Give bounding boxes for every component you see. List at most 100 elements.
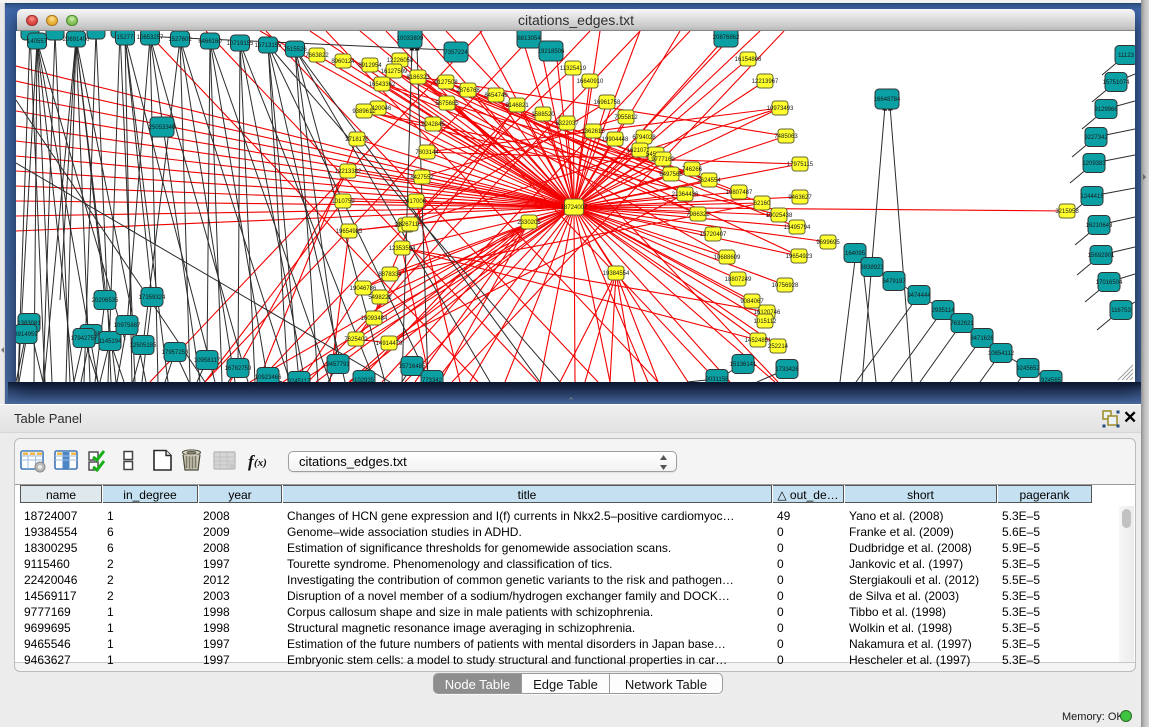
svg-text:2718176: 2718176	[345, 137, 369, 143]
svg-text:11123: 11123	[1118, 53, 1134, 59]
svg-text:18807249: 18807249	[725, 277, 752, 283]
svg-text:9474444: 9474444	[907, 293, 931, 299]
svg-text:6497568: 6497568	[659, 172, 683, 178]
svg-text:16543362: 16543362	[369, 82, 396, 88]
svg-text:16782759: 16782759	[225, 366, 252, 372]
svg-text:16961758: 16961758	[594, 100, 621, 106]
svg-text:7515526: 7515526	[283, 47, 307, 53]
svg-text:252214: 252214	[768, 344, 789, 350]
svg-text:8427552: 8427552	[410, 175, 434, 181]
svg-text:10719155: 10719155	[227, 41, 254, 47]
svg-text:1015112: 1015112	[754, 319, 778, 325]
svg-text:9457791: 9457791	[326, 362, 350, 368]
svg-text:10025438: 10025438	[766, 213, 793, 219]
svg-text:417006: 417006	[406, 199, 427, 205]
svg-text:19904448: 19904448	[602, 137, 629, 143]
svg-text:7632621: 7632621	[950, 321, 974, 327]
svg-text:15751074: 15751074	[1103, 80, 1130, 86]
svg-text:8267110: 8267110	[399, 222, 423, 228]
svg-text:9463627: 9463627	[788, 195, 812, 201]
svg-text:12505185: 12505185	[130, 343, 157, 349]
svg-text:14914479: 14914479	[376, 341, 403, 347]
svg-text:9389612: 9389612	[352, 109, 376, 115]
svg-text:1145194: 1145194	[99, 339, 123, 345]
svg-text:19384554: 19384554	[603, 271, 630, 277]
svg-text:17359324: 17359324	[139, 295, 166, 301]
svg-text:1209383: 1209383	[1082, 161, 1106, 167]
svg-text:9699695: 9699695	[816, 240, 840, 246]
svg-text:8960124: 8960124	[331, 59, 355, 65]
svg-text:16713155: 16713155	[255, 43, 282, 49]
svg-text:1362615: 1362615	[581, 129, 605, 135]
svg-text:16640910: 16640910	[577, 79, 604, 85]
svg-text:8912954: 8912954	[358, 63, 382, 69]
svg-text:7485063: 7485063	[774, 134, 798, 140]
svg-text:3215958: 3215958	[1055, 209, 1079, 215]
svg-text:116753: 116753	[1111, 308, 1131, 314]
svg-text:15716485: 15716485	[399, 364, 426, 370]
svg-text:9084067: 9084067	[740, 299, 764, 305]
svg-text:13495794: 13495794	[784, 225, 811, 231]
svg-text:2330205: 2330205	[517, 220, 541, 226]
svg-text:8471626: 8471626	[970, 336, 994, 342]
svg-text:25053346: 25053346	[149, 125, 176, 131]
svg-text:19218506: 19218506	[538, 49, 565, 55]
svg-text:19654985: 19654985	[336, 229, 363, 235]
svg-text:5675685: 5675685	[435, 101, 459, 107]
svg-text:9146821: 9146821	[505, 103, 529, 109]
svg-text:12213967: 12213967	[752, 79, 779, 85]
svg-text:10807487: 10807487	[726, 190, 753, 196]
svg-text:12353594: 12353594	[389, 246, 416, 252]
svg-text:8938923: 8938923	[860, 265, 884, 271]
svg-text:16210643: 16210643	[1086, 223, 1113, 229]
svg-text:3914959: 3914959	[16, 332, 38, 338]
svg-text:1733426: 1733426	[775, 367, 799, 373]
svg-text:16127509: 16127509	[381, 69, 408, 75]
svg-text:8878334: 8878334	[378, 272, 402, 278]
svg-text:7357224: 7357224	[444, 50, 468, 56]
svg-text:9129966: 9129966	[1094, 107, 1118, 113]
svg-text:8186323: 8186323	[406, 75, 430, 81]
svg-text:9127508: 9127508	[434, 80, 458, 86]
svg-text:2876768: 2876768	[456, 88, 480, 94]
svg-text:10923466: 10923466	[255, 375, 282, 381]
svg-text:140557: 140557	[27, 39, 48, 45]
svg-text:1588520: 1588520	[531, 112, 555, 118]
svg-text:18724007: 18724007	[561, 205, 588, 211]
svg-text:6322037: 6322037	[555, 121, 579, 127]
svg-text:7663822: 7663822	[305, 53, 329, 59]
svg-text:1010759: 1010759	[331, 199, 355, 205]
svg-text:20876862: 20876862	[713, 35, 740, 41]
svg-text:15277: 15277	[117, 35, 134, 41]
svg-text:10854112: 10854112	[988, 351, 1015, 357]
svg-text:7803144: 7803144	[415, 150, 439, 156]
svg-text:6466160: 6466160	[198, 39, 222, 45]
svg-text:21364436: 21364436	[672, 192, 699, 198]
svg-text:20691406: 20691406	[63, 37, 90, 43]
svg-text:164095: 164095	[845, 251, 866, 257]
svg-text:8454749: 8454749	[484, 93, 508, 99]
svg-text:19654923: 19654923	[786, 254, 813, 260]
svg-text:9227342: 9227342	[1084, 135, 1108, 141]
svg-text:1244415: 1244415	[1080, 194, 1104, 200]
svg-text:5498222: 5498222	[368, 295, 392, 301]
svg-text:12213382: 12213382	[335, 169, 362, 175]
svg-text:16648784: 16648784	[874, 97, 901, 103]
svg-text:8813054: 8813054	[517, 36, 541, 42]
svg-text:3624554: 3624554	[697, 178, 721, 184]
svg-text:62160: 62160	[754, 201, 771, 207]
svg-text:10688609: 10688609	[714, 255, 741, 261]
svg-text:11325419: 11325419	[560, 66, 587, 72]
svg-text:15136141: 15136141	[730, 362, 757, 368]
svg-text:20206535: 20206535	[92, 298, 119, 304]
svg-text:6479197: 6479197	[882, 279, 906, 285]
svg-text:10973493: 10973493	[767, 106, 794, 112]
svg-text:(x): (x)	[254, 457, 267, 469]
svg-text:7625402: 7625402	[344, 337, 368, 343]
svg-text:17942757: 17942757	[71, 336, 98, 342]
svg-text:16154808: 16154808	[735, 57, 762, 63]
svg-text:9777169: 9777169	[651, 157, 675, 163]
svg-text:746266: 746266	[682, 167, 703, 173]
svg-text:10975887: 10975887	[114, 323, 141, 329]
svg-text:9245652: 9245652	[1016, 366, 1040, 372]
